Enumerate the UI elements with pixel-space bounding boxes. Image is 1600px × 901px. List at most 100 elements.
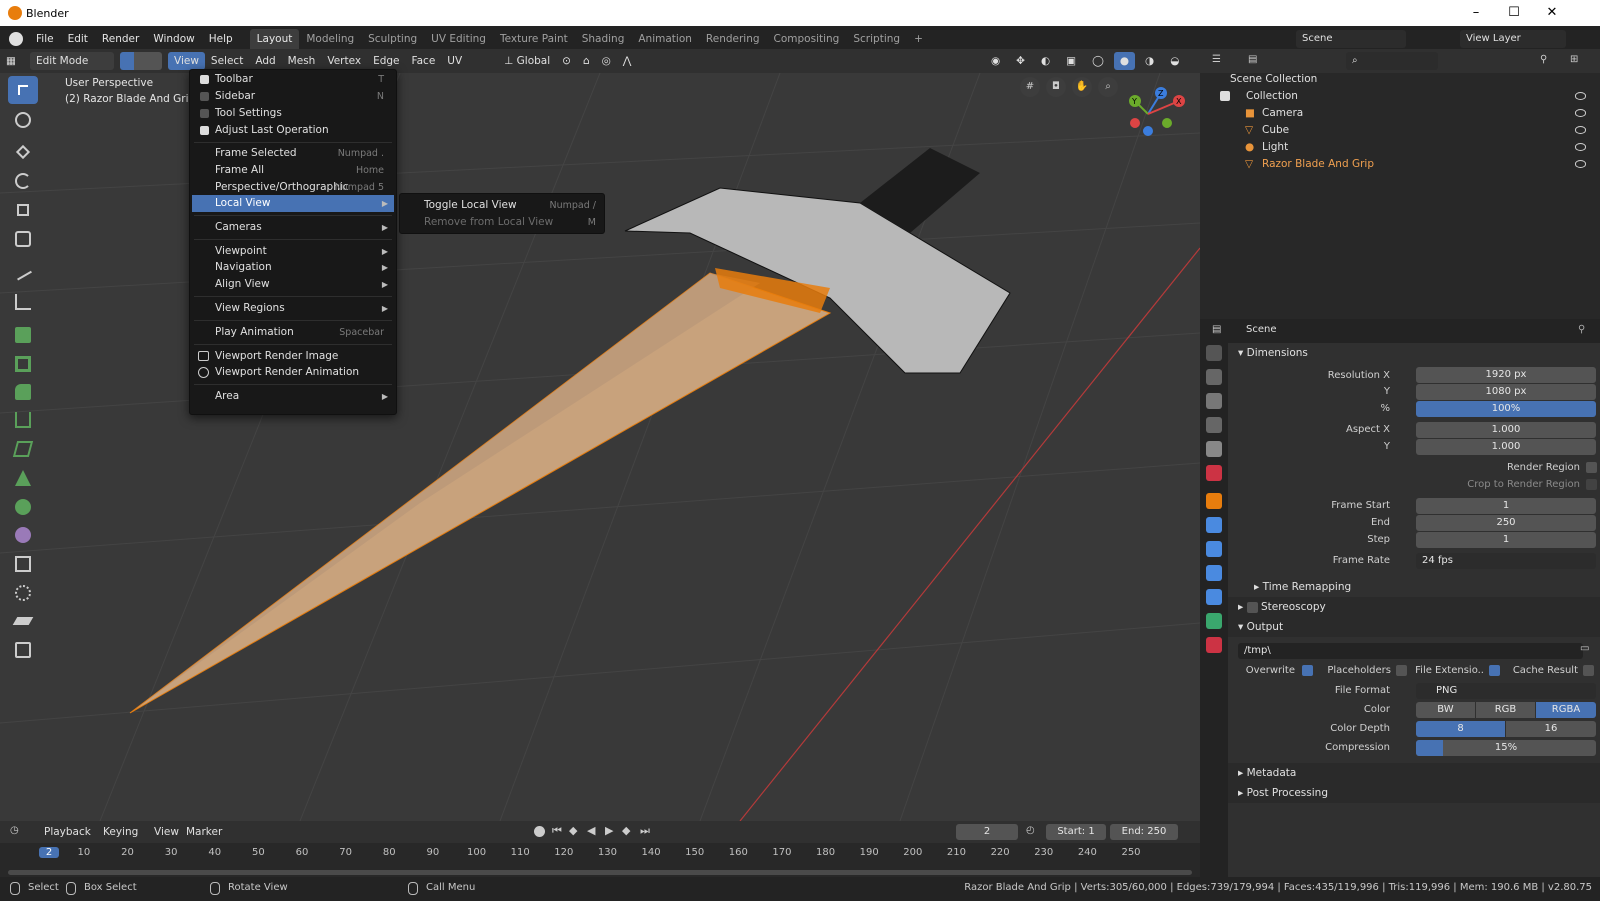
output-panel-header[interactable]: ▾ Output bbox=[1228, 617, 1600, 637]
menu-keying[interactable]: Keying bbox=[97, 823, 144, 841]
timeline-scrollbar[interactable] bbox=[8, 870, 1192, 875]
new-collection-icon[interactable]: ⊞ bbox=[1570, 54, 1578, 65]
rip-region-tool[interactable] bbox=[8, 636, 38, 664]
falloff-icon[interactable]: ⋀ bbox=[617, 52, 638, 70]
outliner-item-razor-blade[interactable]: ▽ Razor Blade And Grip bbox=[1200, 156, 1600, 173]
particles-tab-icon[interactable] bbox=[1206, 541, 1222, 557]
menu-file[interactable]: File bbox=[29, 29, 61, 49]
wireframe-shading-icon[interactable]: ◯ bbox=[1086, 52, 1110, 70]
outliner-editor-icon[interactable]: ☰ bbox=[1212, 54, 1221, 65]
tab-modeling[interactable]: Modeling bbox=[299, 29, 361, 49]
loop-cut-tool[interactable] bbox=[8, 406, 38, 434]
material-shading-icon[interactable]: ◑ bbox=[1139, 52, 1160, 70]
snap-icon[interactable]: ⌂ bbox=[577, 52, 596, 70]
select-box-tool[interactable] bbox=[8, 76, 38, 104]
color-rgba-button[interactable]: RGBA bbox=[1536, 702, 1596, 718]
shrink-fatten-tool[interactable] bbox=[8, 579, 38, 607]
tab-shading[interactable]: Shading bbox=[575, 29, 632, 49]
xray-icon[interactable]: ▣ bbox=[1060, 52, 1082, 70]
scene-selector[interactable]: Scene bbox=[1296, 30, 1406, 48]
tab-scripting[interactable]: Scripting bbox=[846, 29, 907, 49]
physics-tab-icon[interactable] bbox=[1206, 565, 1222, 581]
proportional-edit-icon[interactable]: ◎ bbox=[596, 52, 617, 70]
time-remapping-subpanel[interactable]: ▸ Time Remapping bbox=[1228, 577, 1600, 597]
menu-item-sidebar[interactable]: Sidebar N bbox=[192, 88, 394, 105]
menu-item-navigation[interactable]: Navigation ▶ bbox=[192, 259, 394, 276]
pin-icon[interactable]: ⚲ bbox=[1578, 324, 1585, 335]
folder-icon[interactable]: ▭ bbox=[1580, 643, 1589, 654]
camera-view-icon[interactable]: ◘ bbox=[1046, 77, 1066, 97]
minimize-button[interactable]: – bbox=[1458, 3, 1494, 23]
color-depth-16-button[interactable]: 16 bbox=[1506, 721, 1596, 737]
scale-tool[interactable] bbox=[8, 196, 38, 224]
tool-tab-icon[interactable] bbox=[1206, 345, 1222, 361]
menu-item-cameras[interactable]: Cameras ▶ bbox=[192, 219, 394, 236]
menu-item-frame-all[interactable]: Frame All Home bbox=[192, 162, 394, 179]
transform-tool[interactable] bbox=[8, 225, 38, 253]
render-tab-icon[interactable] bbox=[1206, 369, 1222, 385]
menu-item-perspective-orthographic[interactable]: Perspective/Orthographic Numpad 5 bbox=[192, 179, 394, 196]
timeline-editor-icon[interactable]: ◷ bbox=[10, 825, 19, 836]
move-tool[interactable] bbox=[8, 138, 38, 166]
world-tab-icon[interactable] bbox=[1206, 465, 1222, 481]
menu-item-toolbar[interactable]: Toolbar T bbox=[192, 71, 394, 88]
annotate-tool[interactable] bbox=[8, 259, 38, 287]
orientation-selector[interactable]: ⊥ Global bbox=[498, 52, 556, 70]
eye-icon[interactable] bbox=[1575, 126, 1586, 134]
resolution-percent-slider[interactable]: 100% bbox=[1416, 401, 1596, 417]
extrude-tool[interactable] bbox=[8, 321, 38, 349]
color-depth-8-button[interactable]: 8 bbox=[1416, 721, 1505, 737]
menu-render[interactable]: Render bbox=[95, 29, 146, 49]
outliner-collection[interactable]: Collection bbox=[1200, 88, 1600, 105]
tab-compositing[interactable]: Compositing bbox=[767, 29, 847, 49]
poly-build-tool[interactable] bbox=[8, 464, 38, 492]
properties-editor-icon[interactable]: ▤ bbox=[1212, 324, 1221, 335]
resolution-x-field[interactable]: 1920 px bbox=[1416, 367, 1596, 383]
outliner-search-input[interactable]: ⌕ bbox=[1346, 52, 1438, 70]
frame-step-field[interactable]: 1 bbox=[1416, 532, 1596, 548]
dimensions-panel-header[interactable]: ▾ Dimensions bbox=[1228, 343, 1600, 363]
outliner-item-cube[interactable]: ▽ Cube bbox=[1200, 122, 1600, 139]
menu-item-tool-settings[interactable]: Tool Settings bbox=[192, 105, 394, 122]
menu-vertex[interactable]: Vertex bbox=[321, 52, 367, 70]
eye-icon[interactable] bbox=[1575, 143, 1586, 151]
tab-animation[interactable]: Animation bbox=[631, 29, 699, 49]
menu-face[interactable]: Face bbox=[406, 52, 442, 70]
maximize-button[interactable]: ☐ bbox=[1496, 3, 1532, 23]
placeholders-checkbox[interactable] bbox=[1396, 665, 1407, 676]
cache-result-checkbox[interactable] bbox=[1583, 665, 1594, 676]
vertex-select-icon[interactable] bbox=[120, 52, 134, 70]
output-path-input[interactable]: /tmp\ bbox=[1238, 643, 1583, 659]
scene-tab-icon[interactable] bbox=[1206, 441, 1222, 457]
pan-hand-icon[interactable]: ✋ bbox=[1072, 77, 1092, 97]
play-icon[interactable]: ▶ bbox=[605, 824, 613, 837]
bevel-tool[interactable] bbox=[8, 378, 38, 406]
tab-rendering[interactable]: Rendering bbox=[699, 29, 767, 49]
menu-window[interactable]: Window bbox=[146, 29, 201, 49]
outliner-item-light[interactable]: ● Light bbox=[1200, 139, 1600, 156]
spin-tool[interactable] bbox=[8, 493, 38, 521]
menu-item-local-view[interactable]: Local View ▶ bbox=[192, 195, 394, 212]
outliner-scene-collection[interactable]: Scene Collection bbox=[1200, 71, 1600, 88]
file-format-dropdown[interactable]: PNG bbox=[1416, 683, 1596, 699]
menu-mesh[interactable]: Mesh bbox=[282, 52, 322, 70]
current-frame-field[interactable]: 2 bbox=[956, 824, 1018, 840]
object-tab-icon[interactable] bbox=[1206, 493, 1222, 509]
file-extensions-checkbox[interactable] bbox=[1489, 665, 1500, 676]
menu-playback[interactable]: Playback bbox=[38, 823, 97, 841]
edge-slide-tool[interactable] bbox=[8, 550, 38, 578]
view-layer-tab-icon[interactable] bbox=[1206, 417, 1222, 433]
edge-select-icon[interactable] bbox=[134, 52, 148, 70]
outliner-item-camera[interactable]: ■ Camera bbox=[1200, 105, 1600, 122]
color-rgb-button[interactable]: RGB bbox=[1476, 702, 1535, 718]
menu-item-align-view[interactable]: Align View ▶ bbox=[192, 276, 394, 293]
jump-end-icon[interactable]: ⏭ bbox=[640, 824, 650, 838]
frame-start-field[interactable]: 1 bbox=[1416, 498, 1596, 514]
end-frame-field[interactable]: End: 250 bbox=[1110, 824, 1178, 840]
menu-item-play-animation[interactable]: Play Animation Spacebar bbox=[192, 324, 394, 341]
stereoscopy-checkbox[interactable] bbox=[1246, 601, 1258, 613]
tab-layout[interactable]: Layout bbox=[249, 28, 300, 49]
shear-tool[interactable] bbox=[8, 607, 38, 635]
editor-type-icon[interactable]: ▦ bbox=[0, 52, 30, 70]
face-select-icon[interactable] bbox=[148, 52, 162, 70]
